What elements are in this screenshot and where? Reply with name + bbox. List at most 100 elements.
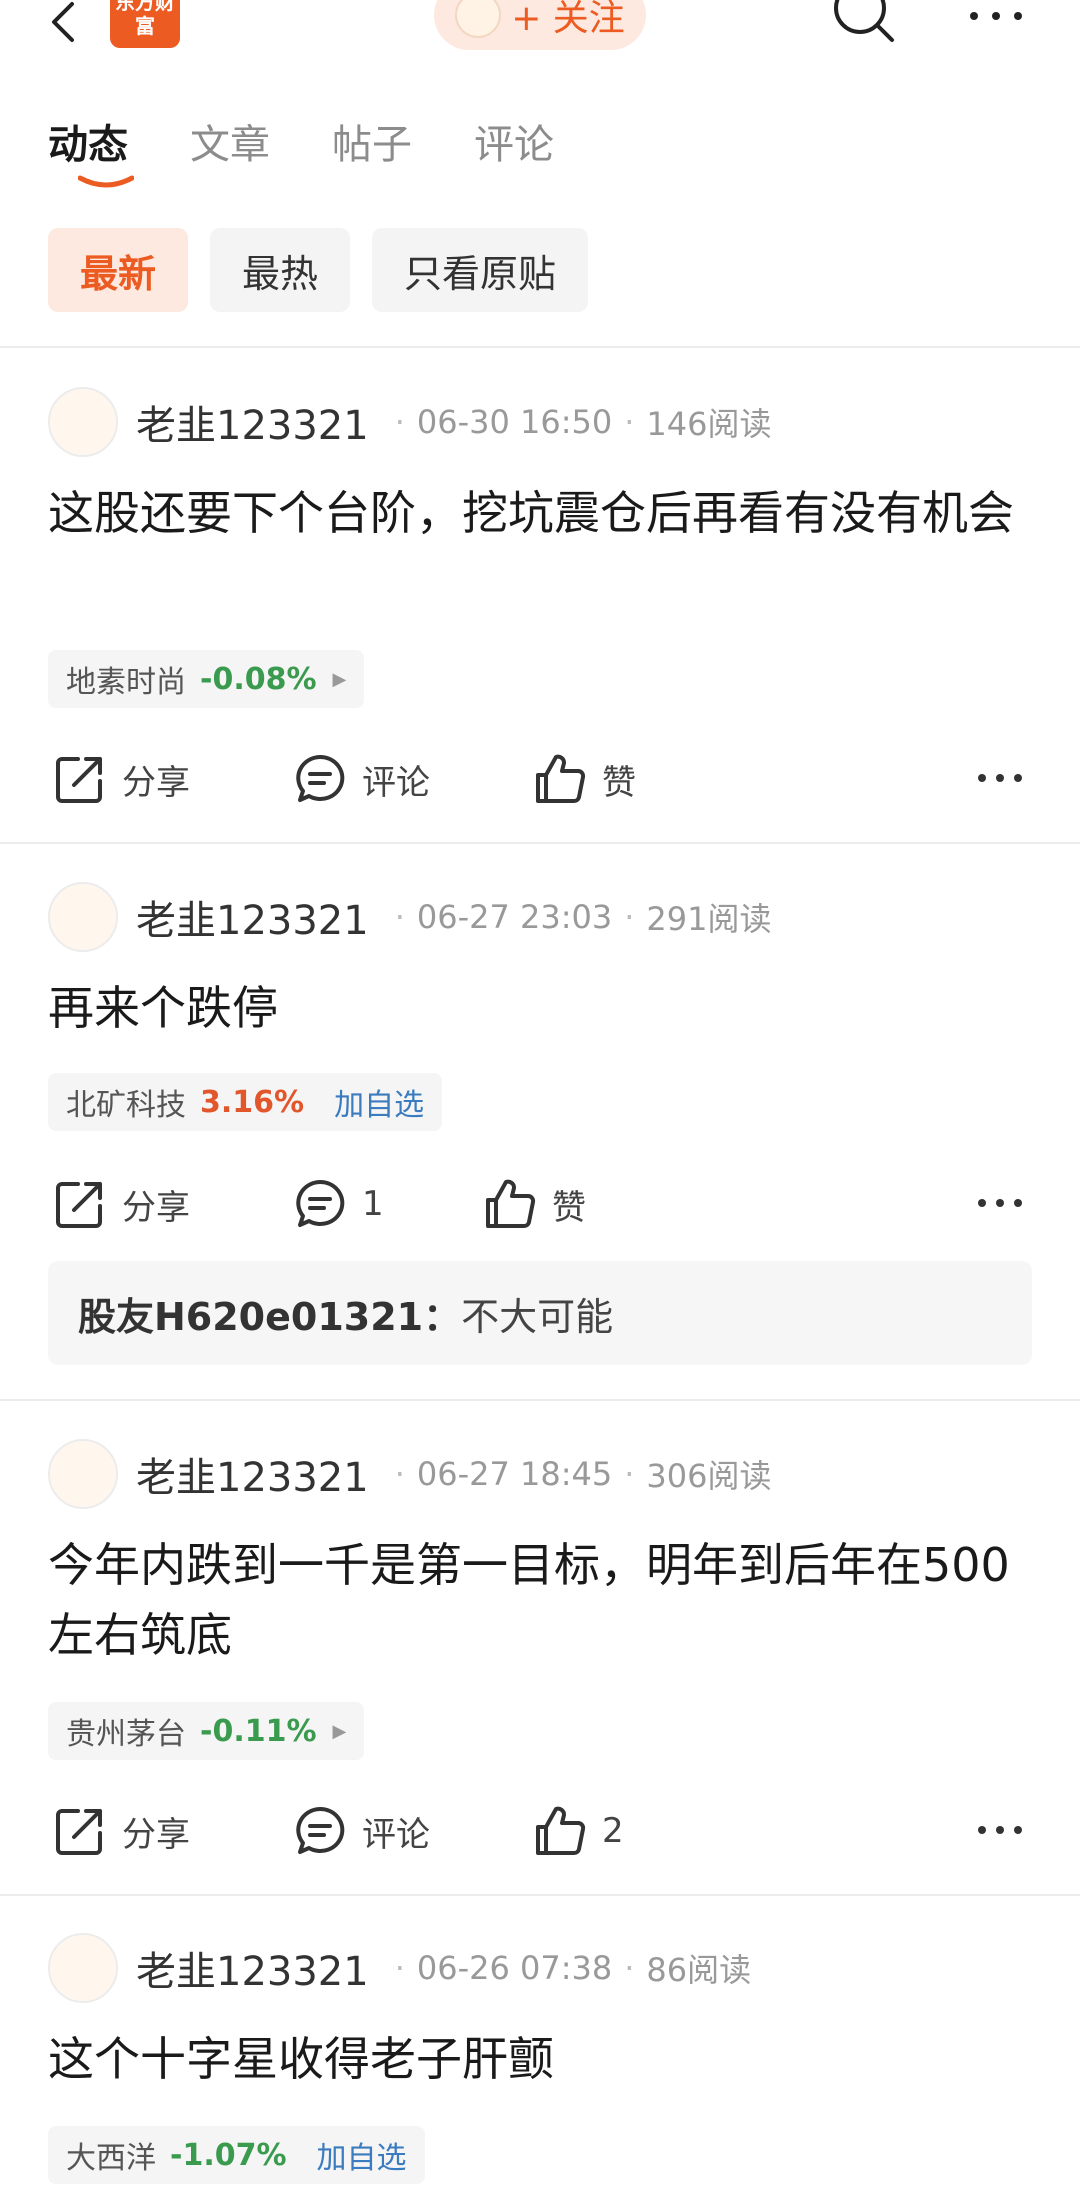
- reply-preview[interactable]: 股友H620e01321： 不大可能: [48, 1261, 1032, 1365]
- read-count: 306阅读: [646, 1457, 772, 1495]
- comment-icon: [296, 1179, 345, 1227]
- tab-posts[interactable]: 帖子: [332, 112, 412, 192]
- separator-dot: ·: [394, 1949, 405, 1987]
- post-header: 老韭123321 · 06-26 07:38 · 86阅读: [48, 1932, 751, 2004]
- stock-change: 3.16%: [200, 1084, 305, 1120]
- follow-avatar: [455, 0, 502, 38]
- tab-label: 帖子: [332, 122, 412, 168]
- divider: [0, 1399, 1080, 1401]
- like-label: 赞: [602, 762, 636, 803]
- reply-author[interactable]: 股友H620e01321：: [78, 1286, 461, 1341]
- comment-button[interactable]: 1: [292, 1169, 384, 1239]
- separator-dot: ·: [624, 1455, 635, 1493]
- like-button[interactable]: 赞: [482, 1169, 586, 1239]
- separator-dot: ·: [394, 1455, 405, 1493]
- share-button[interactable]: 分享: [52, 1796, 190, 1866]
- more-icon[interactable]: [964, 0, 1034, 36]
- stock-name: 大西洋: [66, 2141, 156, 2176]
- back-icon[interactable]: [40, 0, 90, 50]
- stock-change: -0.11%: [200, 1713, 317, 1749]
- stock-change: -1.07%: [170, 2137, 287, 2173]
- stock-tag[interactable]: 地素时尚 -0.08% ▶: [48, 650, 365, 708]
- comment-button[interactable]: 评论: [292, 744, 430, 814]
- like-label: 赞: [552, 1187, 586, 1228]
- add-to-watchlist-link[interactable]: 加自选: [334, 1080, 424, 1124]
- read-count: 86阅读: [646, 1951, 752, 1989]
- avatar[interactable]: [48, 1933, 118, 2003]
- tab-label: 评论: [474, 122, 554, 168]
- comment-icon: [296, 754, 345, 802]
- share-icon: [56, 757, 102, 803]
- stock-name: 地素时尚: [66, 665, 186, 700]
- thumbs-up-icon: [486, 1179, 536, 1228]
- avatar[interactable]: [48, 1439, 118, 1509]
- divider: [0, 1894, 1080, 1896]
- post-content[interactable]: 这个十字星收得老子肝颤: [48, 2024, 1038, 2094]
- share-label: 分享: [122, 1187, 190, 1228]
- author-name[interactable]: 老韭123321: [136, 888, 369, 946]
- stock-name: 北矿科技: [66, 1088, 186, 1123]
- play-arrow-icon: ▶: [332, 668, 347, 690]
- post-time: 06-27 23:03: [416, 898, 613, 936]
- post-header: 老韭123321 · 06-27 23:03 · 291阅读: [48, 881, 772, 953]
- post-time: 06-27 18:45: [416, 1455, 613, 1493]
- more-icon[interactable]: [976, 1812, 1026, 1848]
- app-logo: 东方财富: [110, 0, 180, 48]
- like-count: 2: [602, 1811, 624, 1851]
- stock-change: -0.08%: [200, 661, 317, 697]
- stock-tag[interactable]: 贵州茅台 -0.11% ▶: [48, 1702, 365, 1760]
- top-bar: 东方财富 + 关注: [0, 0, 1080, 70]
- comment-count: 1: [362, 1184, 384, 1224]
- search-icon[interactable]: [830, 0, 900, 50]
- action-bar: 分享 1 赞: [0, 1169, 1080, 1239]
- stock-tag[interactable]: 北矿科技 3.16% 加自选: [48, 1073, 443, 1131]
- post-content[interactable]: 再来个跌停: [48, 973, 1038, 1043]
- share-button[interactable]: 分享: [52, 1169, 190, 1239]
- read-count: 291阅读: [646, 900, 772, 938]
- share-label: 分享: [122, 1814, 190, 1855]
- thumbs-up-icon: [536, 754, 586, 803]
- separator-dot: ·: [394, 898, 405, 936]
- avatar[interactable]: [48, 882, 118, 952]
- follow-label: + 关注: [511, 0, 625, 39]
- divider: [0, 842, 1080, 844]
- comment-button[interactable]: 评论: [292, 1796, 430, 1866]
- post-header: 老韭123321 · 06-30 16:50 · 146阅读: [48, 386, 772, 458]
- filter-bar: 最新 最热 只看原贴: [48, 228, 589, 312]
- play-arrow-icon: ▶: [332, 1720, 347, 1742]
- filter-original-only[interactable]: 只看原贴: [372, 228, 589, 312]
- profile-tabs: 动态 文章 帖子 评论: [48, 112, 554, 192]
- author-name[interactable]: 老韭123321: [136, 1939, 369, 1997]
- filter-hot[interactable]: 最热: [210, 228, 351, 312]
- stock-name: 贵州茅台: [66, 1717, 186, 1752]
- separator-dot: ·: [624, 403, 635, 441]
- like-button[interactable]: 2: [532, 1796, 624, 1866]
- action-bar: 分享 评论 赞: [0, 744, 1080, 814]
- thumbs-up-icon: [536, 1806, 586, 1855]
- avatar[interactable]: [48, 387, 118, 457]
- post-content[interactable]: 今年内跌到一千是第一目标，明年到后年在500左右筑底: [48, 1530, 1038, 1670]
- post-time: 06-26 07:38: [416, 1949, 613, 1987]
- tab-label: 动态: [48, 122, 128, 168]
- author-name[interactable]: 老韭123321: [136, 393, 369, 451]
- like-button[interactable]: 赞: [532, 744, 636, 814]
- reply-text: 不大可能: [461, 1294, 614, 1339]
- action-bar: 分享 评论 2: [0, 1796, 1080, 1866]
- filter-latest[interactable]: 最新: [48, 228, 189, 312]
- tab-label: 文章: [190, 122, 270, 168]
- post-content[interactable]: 这股还要下个台阶，挖坑震仓后再看有没有机会: [48, 478, 1038, 548]
- comment-label: 评论: [362, 762, 430, 803]
- share-button[interactable]: 分享: [52, 744, 190, 814]
- tab-comments[interactable]: 评论: [474, 112, 554, 192]
- add-to-watchlist-link[interactable]: 加自选: [317, 2133, 407, 2177]
- stock-tag[interactable]: 大西洋 -1.07% 加自选: [48, 2126, 425, 2184]
- follow-button[interactable]: + 关注: [434, 0, 646, 50]
- share-icon: [56, 1809, 102, 1855]
- more-icon[interactable]: [976, 1185, 1026, 1221]
- separator-dot: ·: [624, 1949, 635, 1987]
- tab-articles[interactable]: 文章: [190, 112, 270, 192]
- separator-dot: ·: [624, 898, 635, 936]
- tab-dynamics[interactable]: 动态: [48, 112, 134, 192]
- author-name[interactable]: 老韭123321: [136, 1445, 369, 1503]
- more-icon[interactable]: [976, 760, 1026, 796]
